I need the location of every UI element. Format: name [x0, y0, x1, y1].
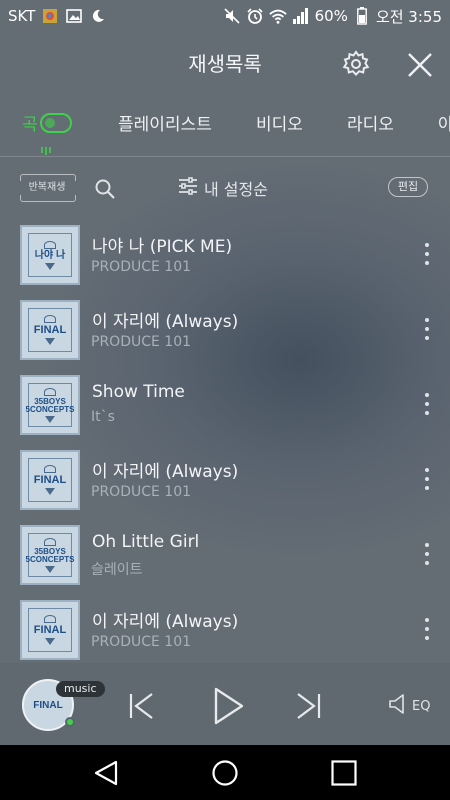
list-item[interactable]: FINAL 이 자리에 (Always) PRODUCE 101	[0, 300, 450, 375]
gallery-icon	[41, 7, 59, 25]
sort-label: 내 설정순	[204, 180, 268, 199]
header: 재생목록	[0, 32, 450, 94]
speaker-icon	[388, 693, 410, 719]
song-artist: PRODUCE 101	[91, 259, 192, 275]
home-icon[interactable]	[211, 759, 239, 787]
more-options-icon[interactable]	[420, 543, 434, 565]
list-item[interactable]: 나야 나 나야 나 (PICK ME) PRODUCE 101	[0, 225, 450, 300]
equalizer-button[interactable]: EQ	[388, 693, 430, 719]
battery-icon	[353, 7, 371, 25]
alarm-icon	[246, 7, 264, 25]
tab-video[interactable]: 비디오	[256, 110, 303, 135]
song-title: 이 자리에 (Always)	[92, 312, 239, 332]
close-icon[interactable]	[404, 50, 436, 80]
play-icon[interactable]	[208, 687, 248, 725]
list-toolbar: 반복재생 내 설정순 편집	[0, 168, 450, 208]
song-artist: It`s	[91, 409, 115, 425]
page-title: 재생목록	[188, 52, 262, 76]
mini-player: FINAL music EQ	[0, 663, 450, 745]
song-list: 나야 나 나야 나 (PICK ME) PRODUCE 101 FINAL 이 …	[0, 225, 450, 663]
more-options-icon[interactable]	[420, 618, 434, 640]
signal-icon	[292, 7, 310, 25]
playlist-screen: SKT 60% 오전 3:55 재생목록 곡 플레이리스트 비디오 라디오 아 …	[0, 0, 450, 745]
music-badge: music	[56, 681, 105, 697]
song-title: 이 자리에 (Always)	[92, 462, 239, 482]
carrier-label: SKT	[8, 7, 36, 25]
song-artist: 슬레이트	[91, 562, 143, 578]
battery-percent: 60%	[314, 7, 348, 25]
previous-icon[interactable]	[126, 687, 156, 725]
wifi-icon	[268, 7, 287, 25]
song-title: Oh Little Girl	[92, 532, 200, 552]
tab-playlist[interactable]: 플레이리스트	[118, 110, 212, 135]
album-art: 나야 나	[20, 225, 80, 285]
album-art: FINAL	[20, 600, 80, 660]
song-title: 나야 나 (PICK ME)	[92, 237, 233, 257]
list-item[interactable]: 35BOYS 5CONCEPTS Oh Little Girl 슬레이트	[0, 525, 450, 600]
album-art: FINAL	[20, 300, 80, 360]
more-options-icon[interactable]	[420, 468, 434, 490]
system-nav-bar	[0, 745, 450, 800]
sliders-icon	[178, 177, 198, 199]
tab-radio[interactable]: 라디오	[347, 110, 394, 135]
list-item[interactable]: FINAL 이 자리에 (Always) PRODUCE 101	[0, 600, 450, 663]
album-art: 35BOYS 5CONCEPTS	[20, 375, 80, 435]
clock: 오전 3:55	[375, 7, 442, 26]
search-icon[interactable]	[94, 178, 116, 200]
moon-icon	[89, 7, 107, 25]
playing-indicator	[65, 717, 75, 727]
list-item[interactable]: 35BOYS 5CONCEPTS Show Time It`s	[0, 375, 450, 450]
image-icon	[65, 7, 83, 25]
eq-label: EQ	[412, 698, 431, 714]
tab-bar: 곡 플레이리스트 비디오 라디오 아	[0, 100, 450, 155]
album-art: 35BOYS 5CONCEPTS	[20, 525, 80, 585]
song-title: 이 자리에 (Always)	[92, 612, 239, 632]
back-icon[interactable]	[92, 759, 120, 787]
song-artist: PRODUCE 101	[91, 334, 192, 350]
status-bar: SKT 60% 오전 3:55	[0, 0, 450, 32]
repeat-button[interactable]: 반복재생	[20, 174, 76, 202]
edit-button[interactable]: 편집	[388, 177, 428, 197]
song-title: Show Time	[92, 382, 185, 402]
song-filter-toggle[interactable]	[40, 113, 72, 133]
more-options-icon[interactable]	[420, 243, 434, 265]
tab-active-indicator	[40, 140, 54, 155]
song-artist: PRODUCE 101	[91, 484, 192, 500]
more-options-icon[interactable]	[420, 318, 434, 340]
tab-more[interactable]: 아	[438, 110, 450, 135]
tab-song[interactable]: 곡	[22, 110, 38, 135]
next-icon[interactable]	[294, 687, 324, 725]
song-artist: PRODUCE 101	[91, 634, 192, 650]
more-options-icon[interactable]	[420, 393, 434, 415]
list-item[interactable]: FINAL 이 자리에 (Always) PRODUCE 101	[0, 450, 450, 525]
recent-apps-icon[interactable]	[330, 759, 358, 787]
tab-divider	[0, 156, 450, 157]
album-art: FINAL	[20, 450, 80, 510]
sort-button[interactable]: 내 설정순	[178, 176, 268, 200]
mute-icon	[223, 7, 241, 25]
gear-icon[interactable]	[342, 50, 370, 78]
